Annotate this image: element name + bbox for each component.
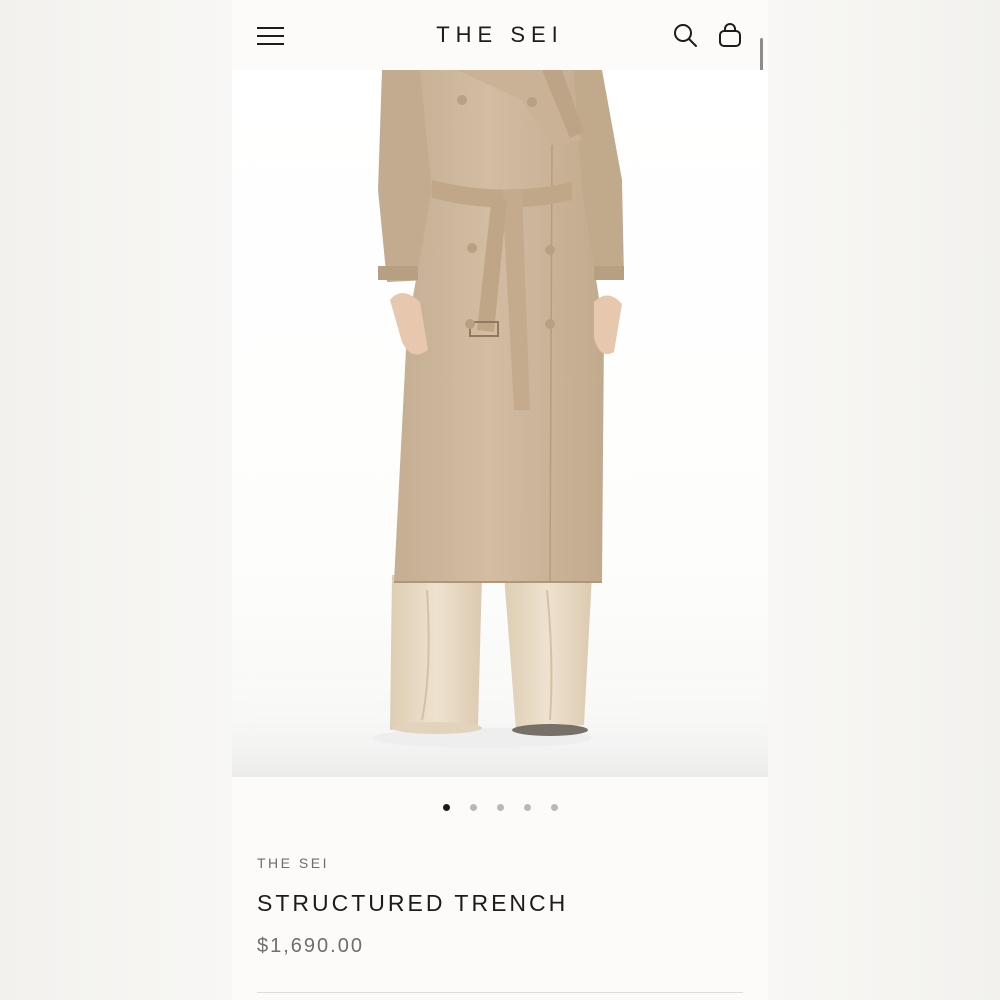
trench-coat-model-image	[232, 70, 768, 777]
product-price: $1,690.00	[257, 935, 364, 957]
mobile-product-page: THE SEI THE SEI STRUCTURED TRENCH $1,690…	[232, 0, 768, 1000]
product-title: STRUCTURED TRENCH	[257, 890, 569, 916]
pagination-dot-3[interactable]	[496, 804, 504, 811]
pagination-dot-5[interactable]	[550, 804, 558, 811]
pagination-dot-1[interactable]	[442, 804, 450, 811]
page-margin-left	[0, 0, 232, 1000]
divider	[257, 992, 743, 993]
image-pagination	[232, 804, 768, 816]
product-vendor[interactable]: THE SEI	[257, 855, 329, 871]
search-icon[interactable]	[672, 22, 698, 48]
pagination-dot-4[interactable]	[523, 804, 531, 811]
pagination-dot-2[interactable]	[469, 804, 477, 811]
product-image[interactable]	[232, 70, 768, 777]
page-margin-right	[768, 0, 1000, 1000]
shopping-bag-icon[interactable]	[717, 22, 743, 48]
site-header: THE SEI	[232, 0, 768, 70]
